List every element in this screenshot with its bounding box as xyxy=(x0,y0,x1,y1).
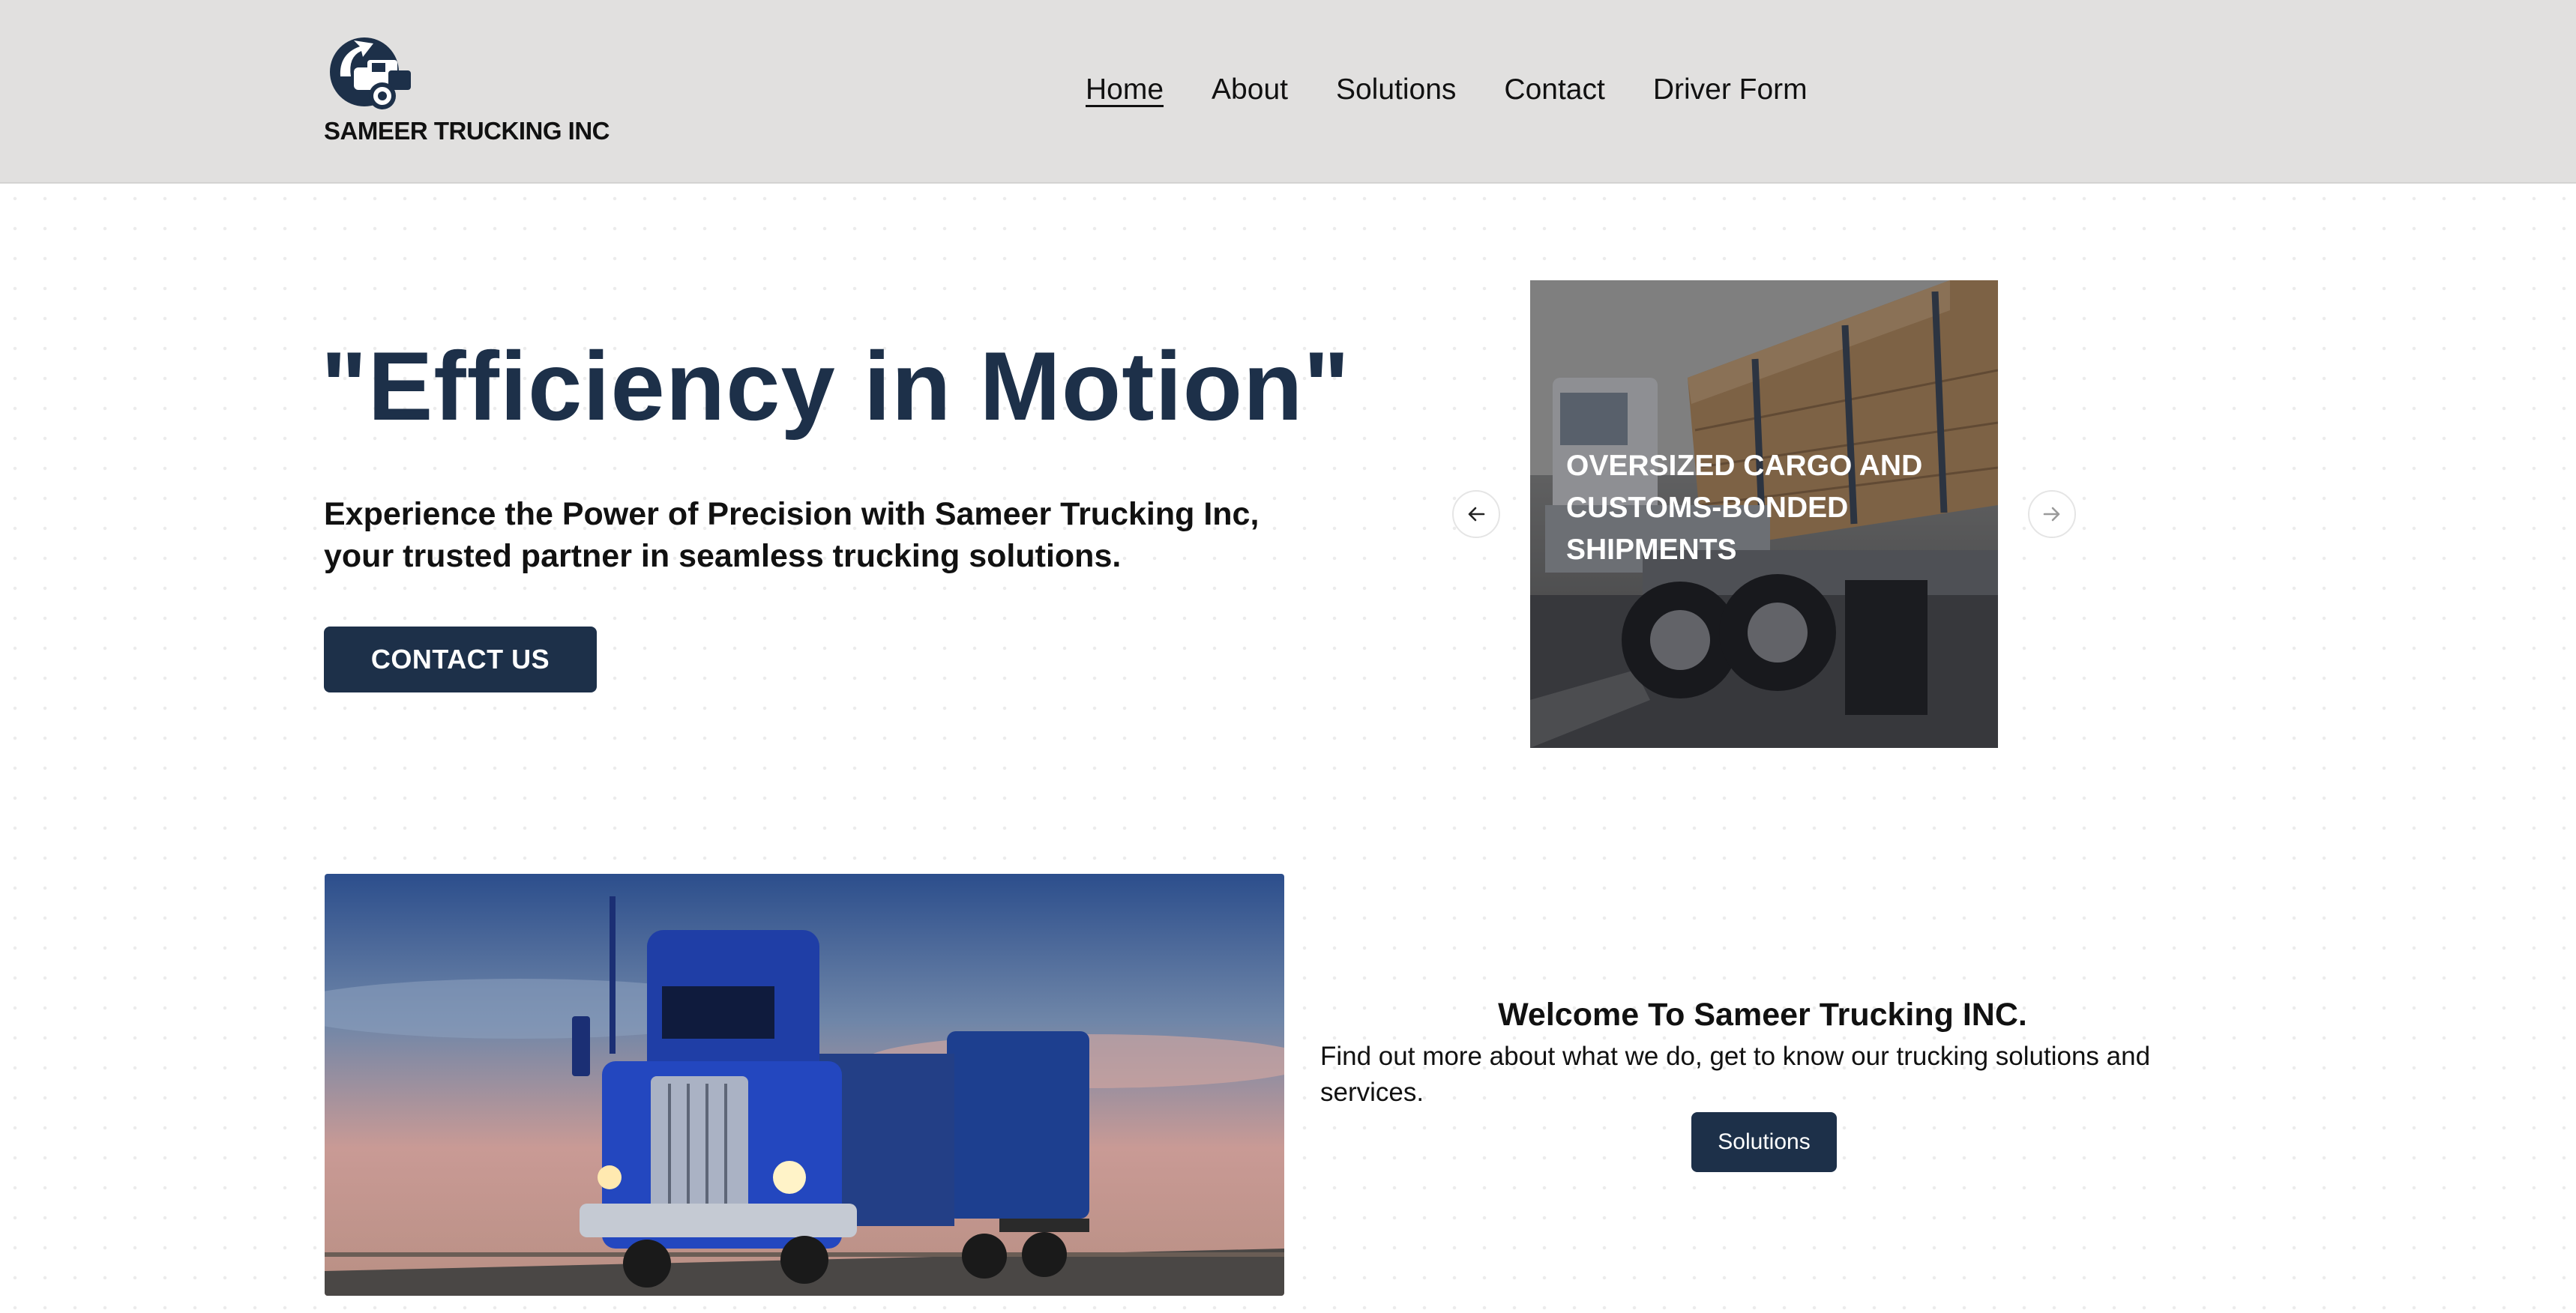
blue-semi-truck-illustration xyxy=(325,874,1284,1296)
hero-title: "Efficiency in Motion" xyxy=(321,331,1351,441)
site-header: SAMEER TRUCKING INC Home About Solutions… xyxy=(0,0,2576,184)
contact-us-button[interactable]: CONTACT US xyxy=(324,627,597,692)
slide-caption: OVERSIZED CARGO AND CUSTOMS-BONDED SHIPM… xyxy=(1566,450,1923,566)
carousel-prev-button[interactable] xyxy=(1452,490,1500,538)
nav-item-driver-form[interactable]: Driver Form xyxy=(1653,73,1808,106)
brand-logo[interactable]: SAMEER TRUCKING INC xyxy=(324,33,610,153)
brand-name: SAMEER TRUCKING INC xyxy=(324,117,610,145)
nav-item-contact[interactable]: Contact xyxy=(1504,73,1604,106)
solutions-button[interactable]: Solutions xyxy=(1691,1112,1837,1172)
arrow-right-icon xyxy=(2043,507,2060,522)
main-nav: Home About Solutions Contact Driver Form xyxy=(1086,67,1808,112)
truck-cab-logo-icon xyxy=(330,37,411,109)
carousel-slide[interactable]: OVERSIZED CARGO AND CUSTOMS-BONDED SHIPM… xyxy=(1530,280,1998,748)
carousel-next-button[interactable] xyxy=(2028,490,2076,538)
welcome-title: Welcome To Sameer Trucking INC. xyxy=(1498,997,2027,1033)
welcome-text: Find out more about what we do, get to k… xyxy=(1320,1042,2151,1107)
nav-item-about[interactable]: About xyxy=(1212,73,1288,106)
hero-subtitle: Experience the Power of Precision with S… xyxy=(324,496,1260,574)
nav-item-solutions[interactable]: Solutions xyxy=(1336,73,1456,106)
nav-item-home[interactable]: Home xyxy=(1086,73,1164,106)
blue-truck-image xyxy=(325,874,1284,1296)
arrow-left-icon xyxy=(1468,507,1485,522)
